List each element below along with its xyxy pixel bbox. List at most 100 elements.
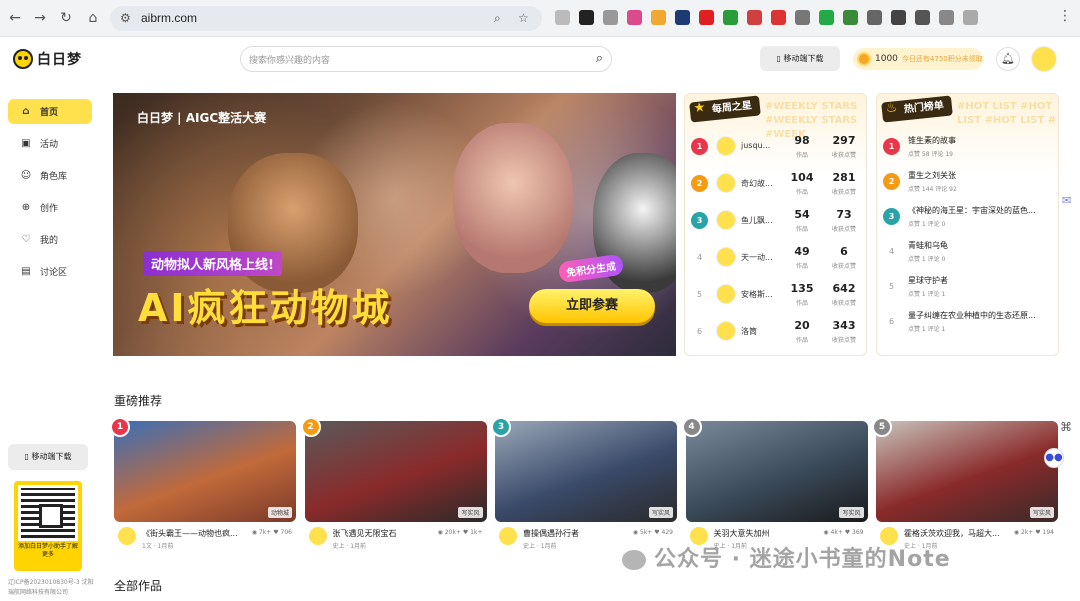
extension-icon[interactable] (675, 10, 690, 25)
work-title[interactable]: 曹操偶遇孙行者 (523, 528, 623, 539)
star-row[interactable]: 5 安格斯... 135 作品 642 收获点赞 (689, 277, 865, 311)
creator-name[interactable]: 安格斯... (741, 289, 773, 300)
hot-item-title[interactable]: 《神秘的海王星：宇宙深处的蓝色... (908, 205, 1058, 216)
hot-item-title[interactable]: 重生之刘关张 (908, 170, 1058, 181)
avatar[interactable] (499, 527, 517, 545)
extension-icon[interactable] (891, 10, 906, 25)
hot-list-row[interactable]: 1 锥生素的故事 点赞 58 评论 19 (881, 129, 1057, 163)
likes-count: 281 (832, 171, 856, 184)
extension-icon[interactable] (651, 10, 666, 25)
points-badge[interactable]: 1000 今日还有4750积分未领取 (853, 48, 983, 70)
hot-item-title[interactable]: 青蛙和乌龟 (908, 240, 1058, 251)
sidebar-item-discuss[interactable]: ▤ 讨论区 (8, 259, 92, 284)
join-contest-button[interactable]: 立即参赛 (529, 289, 655, 323)
extension-icon[interactable] (699, 10, 714, 25)
assistant-icon[interactable]: ●● (1044, 448, 1064, 468)
event-banner[interactable]: 白日梦 | AIGC整活大赛 动物拟人新风格上线! AI疯狂动物城 免积分生成 … (113, 93, 676, 356)
star-row[interactable]: 3 鱼儿飘... 54 作品 73 收获点赞 (689, 203, 865, 237)
avatar[interactable] (308, 527, 327, 545)
sidebar-item-characters[interactable]: ☺ 角色库 (8, 163, 92, 188)
work-card[interactable]: 3 写实风 曹操偶遇孙行者 史上 · 1月前 ◉ 5k+ ♥ 429 (491, 417, 677, 551)
bookmark-star-icon[interactable]: ☆ (518, 11, 529, 25)
camera-extension-icon[interactable] (603, 10, 618, 25)
hot-list-row[interactable]: 3 《神秘的海王星：宇宙深处的蓝色... 点赞 1 评论 0 (881, 199, 1057, 233)
extension-icon[interactable] (819, 10, 834, 25)
sidebar-item-activity[interactable]: ▣ 活动 (8, 131, 92, 156)
avatar[interactable] (716, 136, 736, 156)
extension-icon[interactable] (747, 10, 762, 25)
zoom-icon[interactable]: ⌕ (494, 11, 501, 26)
home-browser-icon[interactable]: ⌂ (84, 9, 102, 27)
work-card[interactable]: 1 动物城 《街头霸王——动物也疯... 1文 · 1月前 ◉ 7k+ ♥ 706 (110, 417, 296, 551)
star-row[interactable]: 1 jusqu... 98 作品 297 收获点赞 (689, 129, 865, 163)
puzzle-icon[interactable] (915, 10, 930, 25)
sidebar-item-mine[interactable]: ♡ 我的 (8, 227, 92, 252)
sidebar-item-create[interactable]: ⊕ 创作 (8, 195, 92, 220)
avatar[interactable] (1031, 46, 1057, 72)
sidebar-item-home[interactable]: ⌂ 首页 (8, 99, 92, 124)
search-input[interactable]: 搜索你感兴趣的内容 ⌕ (240, 46, 612, 72)
hot-item-title[interactable]: 量子纠缠在农业种植中的生态还原... (908, 310, 1058, 321)
heart-icon: ♥ (1033, 529, 1043, 536)
download-icon[interactable] (795, 10, 810, 25)
avatar[interactable] (716, 284, 736, 304)
extension-icon[interactable] (843, 10, 858, 25)
mail-icon[interactable]: ✉ (1062, 194, 1071, 207)
work-thumbnail[interactable]: 写实风 (304, 421, 487, 522)
site-info-icon[interactable]: ⚙ (120, 11, 131, 25)
menu-dots-icon[interactable]: ⋮ (1058, 8, 1072, 24)
work-thumbnail[interactable]: 写实风 (495, 421, 677, 522)
avatar[interactable] (716, 321, 736, 341)
hot-list-row[interactable]: 6 量子纠缠在农业种植中的生态还原... 点赞 1 评论 1 (881, 304, 1057, 338)
work-title[interactable]: 霍格沃茨欢迎我，马超大... (904, 528, 1004, 539)
work-title[interactable]: 关羽大意失加州 (714, 528, 814, 539)
download-extension-icon[interactable] (723, 10, 738, 25)
work-thumbnail[interactable]: 写实风 (685, 421, 868, 522)
work-title[interactable]: 《街头霸王——动物也疯... (142, 528, 242, 539)
sidebar-download-button[interactable]: ▯ 移动端下载 (8, 444, 88, 470)
star-row[interactable]: 2 奇幻故... 104 作品 281 收获点赞 (689, 166, 865, 200)
hot-list-row[interactable]: 2 重生之刘关张 点赞 144 评论 92 (881, 164, 1057, 198)
profile-icon[interactable] (963, 10, 978, 25)
creator-name[interactable]: 奇幻故... (741, 178, 773, 189)
hot-list-row[interactable]: 4 青蛙和乌龟 点赞 1 评论 0 (881, 234, 1057, 268)
site-logo[interactable]: 白日梦 (13, 49, 82, 69)
back-icon[interactable]: ← (6, 9, 24, 27)
creator-name[interactable]: 天一动... (741, 252, 773, 263)
icp-footer[interactable]: 辽ICP备2023010830号-3 沈阳瑞航网络科技有限公司 (8, 578, 98, 598)
hot-list-row[interactable]: 5 星球守护者 点赞 1 评论 1 (881, 269, 1057, 303)
work-card[interactable]: 4 写实风 关羽大意失加州 史上 · 1月前 ◉ 4k+ ♥ 369 (681, 417, 868, 551)
pdf-extension-icon[interactable] (771, 10, 786, 25)
work-card[interactable]: 2 写实风 张飞遇见无限宝石 史上 · 1月前 ◉ 20k+ ♥ 1k+ (300, 417, 487, 551)
extension-icon[interactable] (627, 10, 642, 25)
flame-icon: ♨ (885, 100, 899, 117)
grid-icon[interactable]: ⌘ (1060, 420, 1072, 434)
avatar[interactable] (716, 173, 736, 193)
mobile-download-button[interactable]: ▯ 移动端下载 (760, 46, 840, 71)
hot-item-title[interactable]: 锥生素的故事 (908, 135, 1058, 146)
url-text[interactable]: aibrm.com (141, 11, 197, 25)
avatar[interactable] (118, 527, 136, 545)
hot-item-title[interactable]: 星球守护者 (908, 275, 1058, 286)
forward-icon[interactable]: → (31, 9, 49, 27)
reload-icon[interactable]: ↻ (57, 9, 75, 27)
activity-icon: ▣ (21, 138, 31, 149)
avatar[interactable] (716, 210, 736, 230)
creator-name[interactable]: jusqu... (741, 141, 770, 150)
bell-icon[interactable]: 🔔︎ (996, 47, 1020, 71)
extension-icon[interactable] (555, 10, 570, 25)
extension-icon[interactable] (867, 10, 882, 25)
avatar[interactable] (716, 247, 736, 267)
work-thumbnail[interactable]: 写实风 (876, 421, 1058, 522)
star-row[interactable]: 6 洛筒 20 作品 343 收获点赞 (689, 314, 865, 348)
creator-name[interactable]: 洛筒 (741, 326, 757, 337)
extension-icon[interactable] (579, 10, 594, 25)
work-card[interactable]: 5 写实风 霍格沃茨欢迎我，马超大... 史上 · 1月前 ◉ 2k+ ♥ 194 (872, 417, 1058, 551)
media-icon[interactable] (939, 10, 954, 25)
address-bar[interactable]: ⚙ aibrm.com ⌕ ☆ (110, 6, 542, 31)
creator-name[interactable]: 鱼儿飘... (741, 215, 773, 226)
work-thumbnail[interactable]: 动物城 (114, 421, 296, 522)
star-row[interactable]: 4 天一动... 49 作品 6 收获点赞 (689, 240, 865, 274)
work-title[interactable]: 张飞遇见无限宝石 (333, 528, 433, 539)
search-icon[interactable]: ⌕ (596, 51, 603, 66)
